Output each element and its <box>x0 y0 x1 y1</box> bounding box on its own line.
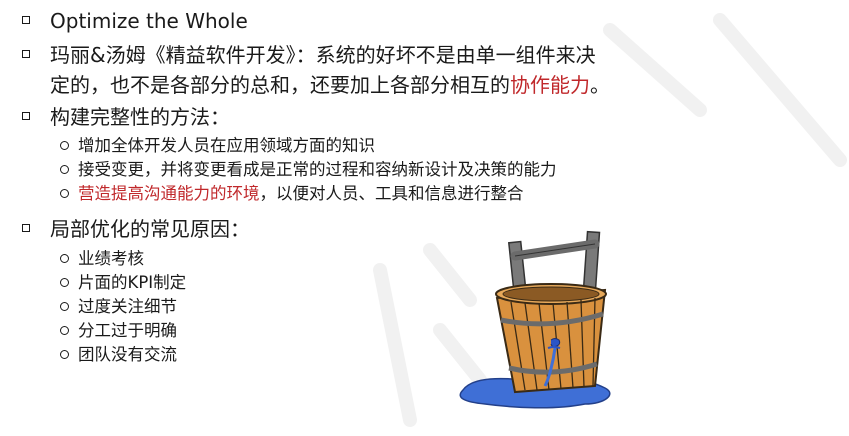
square-bullet-icon <box>22 112 30 120</box>
circle-bullet-icon <box>60 350 69 359</box>
cause-item-text: 分工过于明确 <box>78 321 177 340</box>
cause-item-text: 片面的KPI制定 <box>78 273 187 292</box>
method-item-text: 营造提高沟通能力的环境，以便对人员、工具和信息进行整合 <box>78 183 524 205</box>
method-item-text: 接受变更，并将变更看成是正常的过程和容纳新设计及决策的能力 <box>78 160 557 179</box>
quote-line-2-end: 。 <box>590 73 610 97</box>
quote-line-2-text: 定的，也不是各部分的总和，还要加上各部分相互的 <box>50 73 510 97</box>
section-heading: 构建完整性的方法： <box>50 105 230 129</box>
square-bullet-icon <box>22 50 30 58</box>
quote-line-1: 玛丽&汤姆《精益软件开发》：系统的好坏不是由单一组件来决 <box>50 43 596 67</box>
quote-line-2: 定的，也不是各部分的总和，还要加上各部分相互的协作能力。 <box>50 72 610 98</box>
square-bullet-icon <box>22 16 30 24</box>
slide: Optimize the Whole 玛丽&汤姆《精益软件开发》：系统的好坏不是… <box>0 0 849 436</box>
cause-item-text: 团队没有交流 <box>78 345 177 364</box>
circle-bullet-icon <box>60 165 69 174</box>
bullet-text: Optimize the Whole <box>50 9 248 33</box>
cause-item-text: 过度关注细节 <box>78 297 177 316</box>
method-item-text: 增加全体开发人员在应用领域方面的知识 <box>78 136 375 155</box>
method-item-rest: ，以便对人员、工具和信息进行整合 <box>259 184 524 203</box>
square-bullet-icon <box>22 224 30 232</box>
circle-bullet-icon <box>60 302 69 311</box>
section-heading: 局部优化的常见原因： <box>50 217 250 241</box>
circle-bullet-icon <box>60 326 69 335</box>
cause-item-text: 业绩考核 <box>78 249 144 268</box>
circle-bullet-icon <box>60 278 69 287</box>
circle-bullet-icon <box>60 141 69 150</box>
highlight-collaboration: 协作能力 <box>510 73 590 97</box>
circle-bullet-icon <box>60 254 69 263</box>
leaking-wooden-bucket-icon <box>459 230 611 409</box>
circle-bullet-icon <box>60 189 69 198</box>
highlight-communication: 营造提高沟通能力的环境 <box>78 184 260 203</box>
